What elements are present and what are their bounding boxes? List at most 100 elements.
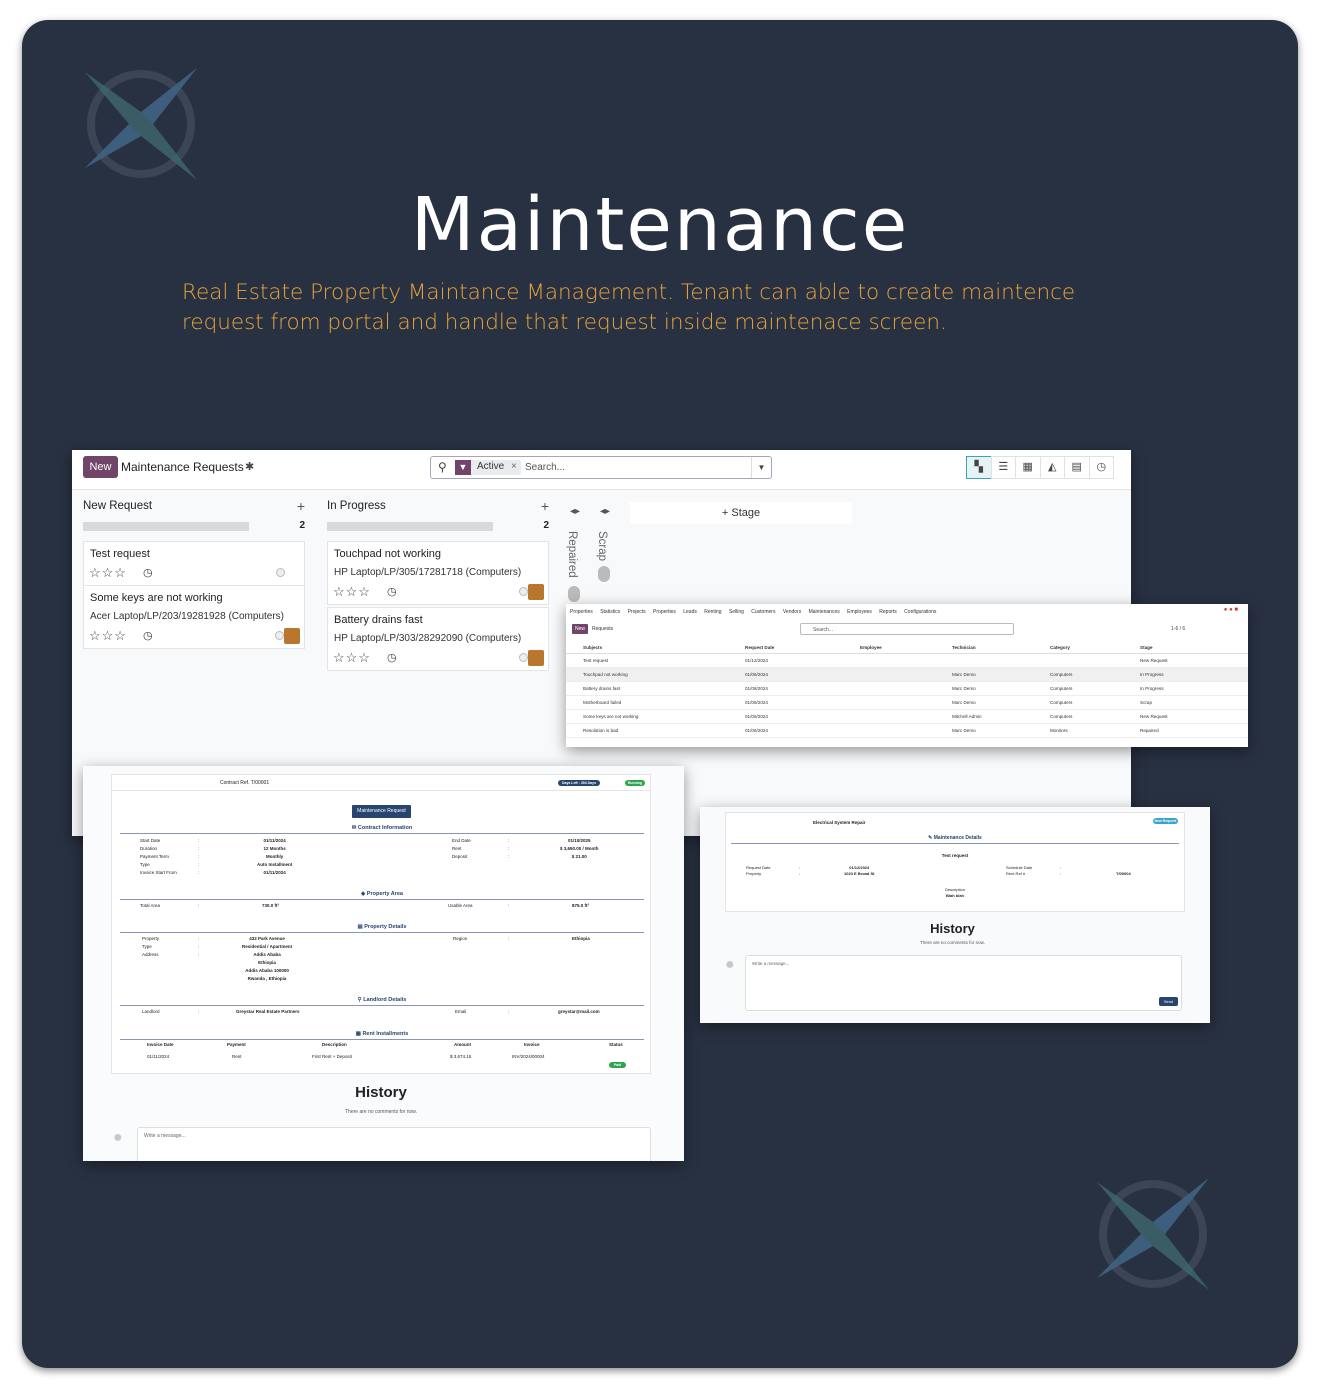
menu-item[interactable]: Customers <box>751 609 775 615</box>
column-header[interactable]: Request Date <box>743 642 858 654</box>
kanban-card[interactable]: Test request ☆☆☆ ◷ <box>83 541 305 586</box>
table-cell: First Rent + Deposit <box>312 1054 352 1059</box>
expand-icon[interactable]: ◂▸ <box>595 506 615 517</box>
table-cell: Resolution is bad <box>566 723 743 738</box>
column-header[interactable]: Category <box>1048 642 1138 654</box>
table-cell <box>858 723 950 738</box>
message-input[interactable]: Write a message... <box>745 955 1182 1011</box>
section-contract-information: ✉ Contract Information <box>120 825 644 834</box>
graph-icon[interactable]: ◭ <box>1039 456 1065 479</box>
list-icon[interactable]: ☰ <box>990 456 1016 479</box>
search-input[interactable]: ⚲ ▼ Active × Search... ▼ <box>430 456 772 479</box>
menu-item[interactable]: Reports <box>879 609 897 615</box>
section-landlord-details: ⚲ Landlord Details <box>120 997 644 1006</box>
calendar-icon[interactable]: ▤ <box>1064 456 1090 479</box>
table-cell <box>858 695 950 710</box>
menu-item[interactable]: Properties <box>570 609 593 615</box>
menu-item[interactable]: Maintenances <box>809 609 840 615</box>
table-cell: 01/06/2024 <box>743 723 858 738</box>
control-panel: New Maintenance Requests ✱ ⚲ ▼ Active × … <box>72 450 1131 490</box>
brand-logo-icon <box>85 68 197 180</box>
chevron-down-icon[interactable]: ▼ <box>751 457 771 478</box>
table-row[interactable]: Touchpad not working 01/06/2024 Marc Demo C… <box>566 667 1248 682</box>
table-row[interactable]: Resolution is bad 01/06/2024 Marc Demo Moni… <box>566 723 1248 738</box>
table-cell: Mitchell Admin <box>950 709 1048 724</box>
column-header[interactable]: Stage <box>1138 642 1248 654</box>
contract-header: Contract Ref. T/00001 Days Left : 354 Da… <box>112 775 650 791</box>
message-input[interactable]: Write a message... <box>137 1127 651 1161</box>
menu-item[interactable]: Renting <box>704 609 721 615</box>
menu-item[interactable]: Configurations <box>904 609 936 615</box>
expand-icon[interactable]: ◂▸ <box>565 506 585 517</box>
add-stage-button[interactable]: + Stage <box>630 502 852 524</box>
new-button[interactable]: New <box>572 624 588 634</box>
column-count: 2 <box>299 520 305 531</box>
new-button[interactable]: New <box>83 456 118 478</box>
table-row[interactable]: Test request 01/12/2024 New Request <box>566 653 1248 668</box>
avatar <box>528 584 544 600</box>
menu-item[interactable]: Leads <box>683 609 697 615</box>
clock-icon[interactable]: ◷ <box>143 629 153 642</box>
table-cell: Touchpad not working <box>566 667 743 682</box>
activity-icon[interactable]: ◷ <box>1088 456 1114 479</box>
menu-item[interactable]: Selling <box>729 609 744 615</box>
send-button[interactable]: Send <box>1159 997 1178 1006</box>
list-view-screenshot: Properties Statistics Projects Propertie… <box>566 604 1248 747</box>
field-label: Landlord <box>142 1009 160 1014</box>
column-header[interactable]: Technician <box>950 642 1048 654</box>
clock-icon[interactable]: ◷ <box>387 585 397 598</box>
menu-item[interactable]: Projects <box>628 609 646 615</box>
maintenance-request-button[interactable]: Maintenance Request <box>352 805 411 818</box>
search-input[interactable]: Search... <box>800 623 1014 635</box>
menu-item[interactable]: Statistics <box>600 609 620 615</box>
clock-icon[interactable]: ◷ <box>143 566 153 579</box>
column-header[interactable]: Employee <box>858 642 950 654</box>
field-values: 432 Park Avenue Residential / Apartment … <box>242 936 293 981</box>
card-title: Touchpad not working <box>334 548 442 560</box>
column-title: New Request <box>83 500 153 512</box>
star-icon[interactable]: ☆☆☆ <box>89 628 127 644</box>
no-comments-text: There are no comments for now. <box>345 1109 417 1115</box>
avatar <box>528 650 544 666</box>
section-property-details: ▤ Property Details <box>120 924 644 933</box>
kanban-column-new-request: New Request + 2 Test request ☆☆☆ ◷ Some k… <box>83 498 305 649</box>
star-icon[interactable]: ☆☆☆ <box>333 584 371 600</box>
table-row[interactable]: Some keys are not working 01/06/2024 Mitch… <box>566 709 1248 724</box>
pager[interactable]: 1-6 / 6 <box>1171 626 1185 632</box>
table-cell: Marc Demo <box>950 681 1048 696</box>
table-row[interactable]: Motherboard failed 01/06/2024 Marc Demo Com… <box>566 695 1248 710</box>
separator: : <box>508 1009 510 1014</box>
table-cell: 01/06/2024 <box>743 667 858 682</box>
avatar <box>284 628 300 644</box>
field-values: 01/10/2025 $ 3,650.00 / Month $ 21.00 <box>560 838 599 859</box>
column-header[interactable]: Subjects <box>566 642 743 654</box>
table-row[interactable]: Battery drains fast 01/06/2024 Marc Demo Co… <box>566 681 1248 696</box>
facet-label: Active <box>477 461 505 472</box>
kanban-card[interactable]: Some keys are not working Acer Laptop/LP… <box>83 585 305 649</box>
status-dot[interactable] <box>519 653 528 662</box>
close-icon[interactable]: × <box>511 461 517 472</box>
status-dot[interactable] <box>276 568 285 577</box>
star-icon[interactable]: ☆☆☆ <box>89 565 127 581</box>
kanban-card[interactable]: Battery drains fast HP Laptop/LP/303/282… <box>327 607 549 671</box>
section-rent-installments: ▦ Rent Installments <box>120 1031 644 1040</box>
menu-item[interactable]: Properties <box>653 609 676 615</box>
menu-item[interactable]: Vendors <box>783 609 801 615</box>
kanban-icon[interactable]: ▚ <box>966 456 992 479</box>
plus-icon[interactable]: + <box>541 498 549 514</box>
menu-item[interactable]: Employees <box>847 609 872 615</box>
star-icon[interactable]: ☆☆☆ <box>333 650 371 666</box>
gear-icon[interactable]: ✱ <box>245 460 254 473</box>
table-cell: Some keys are not working <box>566 709 743 724</box>
status-dot[interactable] <box>275 631 284 640</box>
field-value: Greystar Real Estate Partners <box>236 1009 300 1014</box>
table-cell: Test request <box>566 653 743 668</box>
status-dot[interactable] <box>519 587 528 596</box>
plus-icon[interactable]: + <box>297 498 305 514</box>
pivot-icon[interactable]: ▦ <box>1015 456 1041 479</box>
notification-icon[interactable]: ● ● ■ <box>1224 607 1238 613</box>
clock-icon[interactable]: ◷ <box>387 651 397 664</box>
table-cell: INV/2024/00004 <box>512 1054 545 1059</box>
filter-facet[interactable]: ▼ Active × <box>455 460 521 475</box>
kanban-card[interactable]: Touchpad not working HP Laptop/LP/305/17… <box>327 541 549 605</box>
